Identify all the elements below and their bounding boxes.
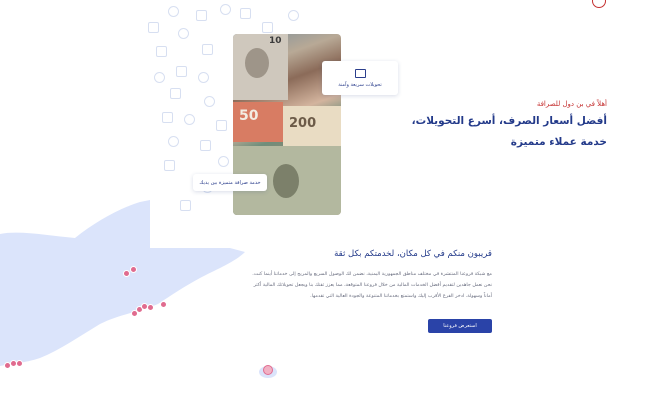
pattern-icon — [200, 140, 211, 151]
pattern-icon — [168, 6, 179, 17]
pattern-icon — [162, 112, 173, 123]
map-pin-icon[interactable] — [263, 365, 273, 375]
pattern-icon — [218, 156, 229, 167]
pattern-icon — [288, 10, 299, 21]
pattern-icon — [202, 44, 213, 55]
pattern-icon — [262, 22, 273, 33]
map-pin-icon[interactable] — [160, 301, 167, 308]
banknote-denomination: 200 — [289, 116, 317, 131]
pattern-icon — [170, 88, 181, 99]
pattern-icon — [220, 4, 231, 15]
pattern-icon — [164, 160, 175, 171]
transfers-card-label: تحويلات سريعة وآمنة — [338, 81, 382, 88]
pattern-icon — [204, 96, 215, 107]
branches-title: قريبون منكم في كل مكان، لخدمتكم بكل ثقة — [334, 249, 492, 259]
banknote-denomination: 50 — [239, 108, 259, 124]
map-pin-icon[interactable] — [123, 270, 130, 277]
banknote-denomination: 10 — [269, 36, 282, 46]
pattern-icon — [216, 120, 227, 131]
pattern-icon — [156, 46, 167, 57]
pattern-icon — [196, 10, 207, 21]
exchange-card: خدمة صرافة متميزة بين يديك — [193, 174, 267, 191]
pattern-icon — [176, 66, 187, 77]
map-pin-icon[interactable] — [147, 304, 154, 311]
hero-headline: أفضل أسعار الصرف، أسرع التحويلات، — [411, 115, 607, 127]
pattern-icon — [184, 114, 195, 125]
pattern-icon — [240, 8, 251, 19]
view-branches-button[interactable]: استعرض فروعنا — [428, 319, 492, 333]
transfers-card: تحويلات سريعة وآمنة — [322, 61, 398, 95]
welcome-text: أهلاً في بن دول للصرافة — [536, 100, 607, 108]
map-pin-icon[interactable] — [130, 266, 137, 273]
hero-headline-line2: خدمة عملاء متميزة — [510, 136, 607, 148]
pattern-icon — [148, 22, 159, 33]
map-pin-icon[interactable] — [16, 360, 23, 367]
exchange-card-label: خدمة صرافة متميزة بين يديك — [199, 179, 261, 186]
monitor-icon — [354, 68, 366, 78]
logo-icon — [592, 0, 606, 8]
pattern-icon — [168, 136, 179, 147]
map-land — [0, 200, 245, 366]
branches-description: مع شبكة فروعنا المنتشرة في مختلف مناطق ا… — [252, 272, 492, 299]
pattern-icon — [178, 28, 189, 39]
pattern-icon — [154, 72, 165, 83]
pattern-icon — [198, 72, 209, 83]
